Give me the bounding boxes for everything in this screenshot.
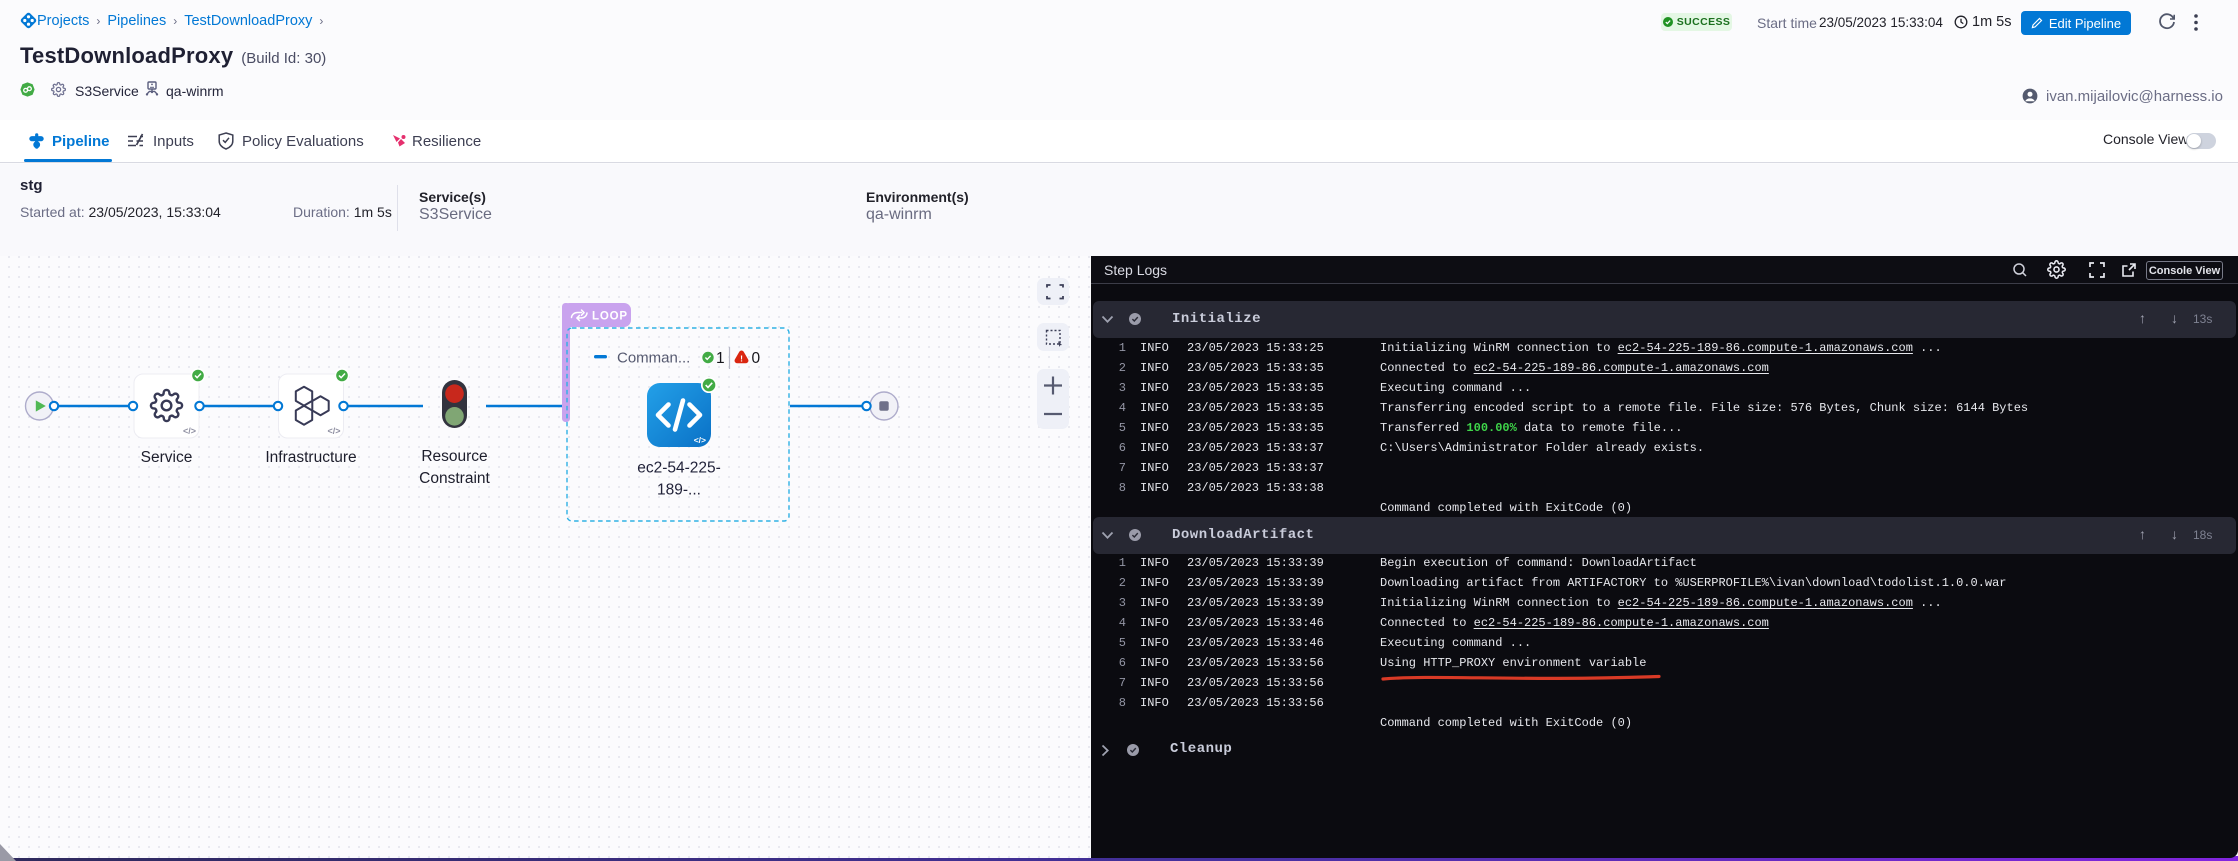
svg-text:Comman...: Comman... <box>617 350 690 367</box>
svg-text:ec2-54-225-: ec2-54-225- <box>637 460 721 477</box>
svg-text:1: 1 <box>716 350 725 367</box>
svg-text:!: ! <box>740 354 743 364</box>
svg-text:Constraint: Constraint <box>419 470 490 487</box>
svg-text:</>: </> <box>694 435 706 445</box>
svg-text:Resource: Resource <box>421 448 487 465</box>
svg-text:Service: Service <box>141 449 193 466</box>
svg-text:LOOP: LOOP <box>592 311 628 323</box>
svg-text:189-...: 189-... <box>657 482 701 499</box>
svg-text:</>: </> <box>327 426 340 436</box>
svg-text:</>: </> <box>183 426 196 436</box>
svg-text:Infrastructure: Infrastructure <box>265 449 356 466</box>
svg-text:0: 0 <box>752 350 761 367</box>
